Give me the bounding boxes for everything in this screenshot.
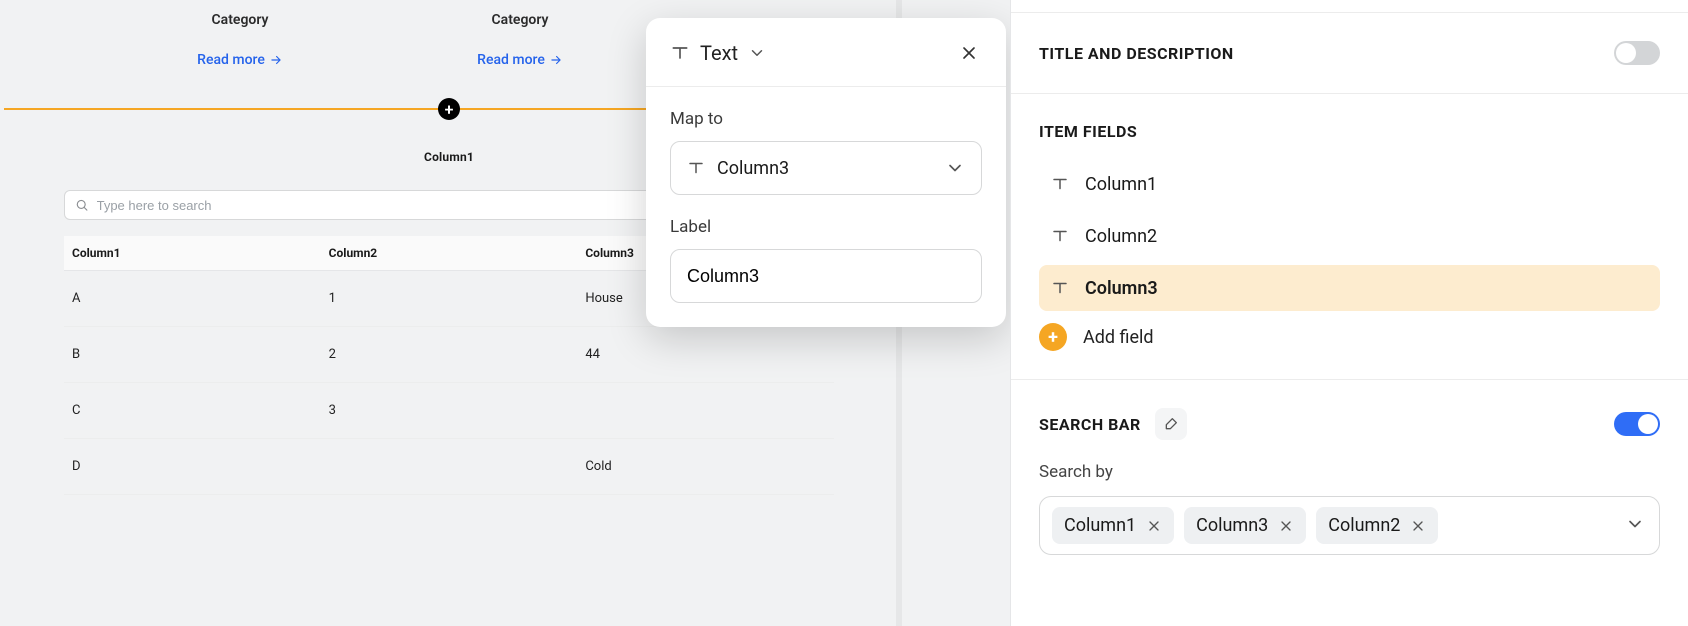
text-icon xyxy=(1051,279,1069,297)
search-bar-heading: SEARCH BAR xyxy=(1039,415,1141,434)
remove-icon[interactable] xyxy=(1146,518,1162,534)
field-item-label: Column3 xyxy=(1085,278,1158,299)
paintbrush-icon xyxy=(1163,416,1179,432)
cell: 1 xyxy=(321,271,578,327)
add-field-label: Add field xyxy=(1083,327,1154,348)
chip-label: Column3 xyxy=(1196,515,1268,536)
chip-column1[interactable]: Column1 xyxy=(1052,507,1174,544)
table-row[interactable]: B 2 44 xyxy=(64,327,834,383)
text-icon xyxy=(1051,227,1069,245)
mapto-value: Column3 xyxy=(717,158,789,179)
chevron-down-icon xyxy=(945,158,965,178)
item-fields-heading: ITEM FIELDS xyxy=(1039,122,1660,141)
inspector-panel: TITLE AND DESCRIPTION ITEM FIELDS Column… xyxy=(1010,0,1688,626)
field-type-select[interactable]: Text xyxy=(670,41,766,65)
label-input-wrap[interactable] xyxy=(670,249,982,303)
col-header[interactable]: Column1 xyxy=(64,236,321,271)
arrow-right-icon xyxy=(269,53,283,67)
read-more-link[interactable]: Read more xyxy=(197,52,283,68)
table-row[interactable]: C 3 xyxy=(64,383,834,439)
search-bar-section: SEARCH BAR Search by Column1 Column3 Col… xyxy=(1011,380,1688,583)
plus-icon: + xyxy=(1039,323,1067,351)
mapto-select[interactable]: Column3 xyxy=(670,141,982,195)
field-item-column1[interactable]: Column1 xyxy=(1039,161,1660,207)
remove-icon[interactable] xyxy=(1278,518,1294,534)
toggle-knob xyxy=(1616,43,1636,63)
card-category: Category xyxy=(492,12,549,28)
label-label: Label xyxy=(670,217,982,237)
cell: 2 xyxy=(321,327,578,383)
read-more-link[interactable]: Read more xyxy=(477,52,563,68)
read-more-label: Read more xyxy=(477,52,545,68)
field-type-label: Text xyxy=(700,41,738,65)
remove-icon[interactable] xyxy=(1410,518,1426,534)
add-field-button[interactable]: + Add field xyxy=(1039,323,1660,351)
close-icon xyxy=(959,43,979,63)
cell: 44 xyxy=(577,327,834,383)
cell: D xyxy=(64,439,321,495)
label-input[interactable] xyxy=(687,250,965,302)
chevron-down-icon xyxy=(1625,514,1645,534)
search-icon xyxy=(75,198,89,212)
card-category: Category xyxy=(212,12,269,28)
toggle-knob xyxy=(1638,414,1658,434)
text-icon xyxy=(687,159,705,177)
add-section-button[interactable]: + xyxy=(438,98,460,120)
cell: Cold xyxy=(577,439,834,495)
title-desc-section: TITLE AND DESCRIPTION xyxy=(1011,13,1688,94)
cell: C xyxy=(64,383,321,439)
cell xyxy=(577,383,834,439)
search-by-select[interactable]: Column1 Column3 Column2 xyxy=(1039,496,1660,555)
title-desc-toggle[interactable] xyxy=(1614,41,1660,65)
table-row[interactable]: D Cold xyxy=(64,439,834,495)
col-header[interactable]: Column2 xyxy=(321,236,578,271)
text-icon xyxy=(670,43,690,63)
search-bar-toggle[interactable] xyxy=(1614,412,1660,436)
chip-label: Column1 xyxy=(1064,515,1136,536)
arrow-right-icon xyxy=(549,53,563,67)
item-fields-section: ITEM FIELDS Column1 Column2 Column3 + Ad… xyxy=(1011,94,1688,380)
chip-column3[interactable]: Column3 xyxy=(1184,507,1306,544)
chip-column2[interactable]: Column2 xyxy=(1316,507,1438,544)
field-popover: Text Map to Column3 Label xyxy=(646,18,1006,327)
cell: A xyxy=(64,271,321,327)
panel-top-strip xyxy=(1011,0,1688,13)
chevron-down-icon xyxy=(748,44,766,62)
field-item-column2[interactable]: Column2 xyxy=(1039,213,1660,259)
edit-style-button[interactable] xyxy=(1155,408,1187,440)
close-button[interactable] xyxy=(956,40,982,66)
mapto-label: Map to xyxy=(670,109,982,129)
popover-header: Text xyxy=(646,18,1006,87)
cell xyxy=(321,439,578,495)
field-item-label: Column2 xyxy=(1085,226,1157,247)
text-icon xyxy=(1051,175,1069,193)
cell: 3 xyxy=(321,383,578,439)
field-item-column3[interactable]: Column3 xyxy=(1039,265,1660,311)
cell: B xyxy=(64,327,321,383)
search-by-label: Search by xyxy=(1039,462,1660,482)
card: Category Read more xyxy=(130,0,350,110)
read-more-label: Read more xyxy=(197,52,265,68)
field-list: Column1 Column2 Column3 xyxy=(1039,161,1660,311)
chip-label: Column2 xyxy=(1328,515,1400,536)
card: Category Read more xyxy=(410,0,630,110)
expand-button[interactable] xyxy=(1625,514,1645,538)
title-desc-heading: TITLE AND DESCRIPTION xyxy=(1039,44,1234,63)
popover-body: Map to Column3 Label xyxy=(646,87,1006,303)
field-item-label: Column1 xyxy=(1085,174,1157,195)
